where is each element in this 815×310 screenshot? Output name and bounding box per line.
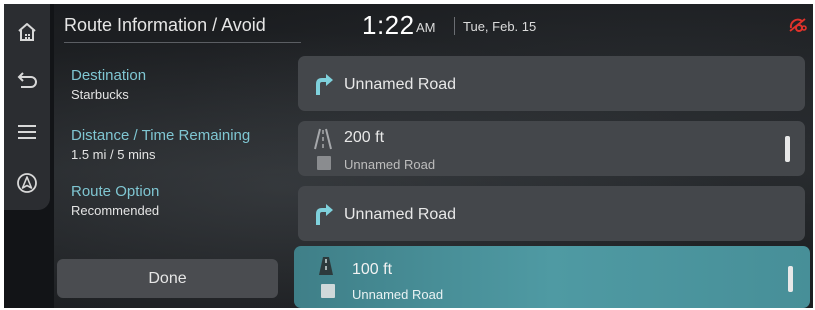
drag-handle[interactable] <box>788 266 793 292</box>
done-button[interactable]: Done <box>57 259 278 298</box>
navigation-screen: Route Information / Avoid 1:22 AM Tue, F… <box>4 4 813 308</box>
route-item-distance: 200 ft <box>344 129 385 146</box>
menu-button[interactable] <box>11 116 43 148</box>
navigation-icon <box>17 173 37 193</box>
navigation-button[interactable] <box>11 167 43 199</box>
connectivity-off-icon <box>789 18 807 32</box>
route-option-value: Recommended <box>71 203 160 218</box>
route-item-road: Unnamed Road <box>352 287 444 302</box>
header-divider <box>454 17 455 35</box>
route-item-road: Unnamed Road <box>344 76 457 93</box>
destination-info: Destination Starbucks <box>71 67 146 104</box>
distance-label: Distance / Time Remaining <box>71 127 251 144</box>
clock-time: 1:22 <box>362 10 415 40</box>
turn-right-arrow-icon <box>316 74 333 95</box>
route-item-road: Unnamed Road <box>344 206 457 223</box>
route-item-road: Unnamed Road <box>344 157 436 172</box>
distance-value: 1.5 mi / 5 mins <box>71 147 156 162</box>
menu-icon <box>18 125 36 139</box>
route-option-info: Route Option Recommended <box>71 183 159 220</box>
distance-info: Distance / Time Remaining 1.5 mi / 5 min… <box>71 127 250 164</box>
left-rail <box>4 4 50 210</box>
title-underline <box>64 42 301 43</box>
turn-right-arrow-icon <box>316 204 333 225</box>
home-icon <box>18 23 36 41</box>
back-button[interactable] <box>11 65 43 97</box>
drag-handle[interactable] <box>785 136 790 162</box>
route-item[interactable]: Unnamed Road <box>298 56 805 111</box>
road-marker-icon <box>317 156 331 170</box>
route-option-label: Route Option <box>71 183 160 200</box>
straight-road-icon <box>314 128 332 150</box>
route-item-distance: 100 ft <box>352 261 393 278</box>
clock-ampm: AM <box>416 20 436 35</box>
page-title: Route Information / Avoid <box>64 15 266 35</box>
header-bar: Route Information / Avoid 1:22 AM Tue, F… <box>64 4 809 48</box>
destination-label: Destination <box>71 67 147 84</box>
route-item[interactable]: Unnamed Road <box>298 186 805 241</box>
road-marker-icon <box>321 284 335 298</box>
route-item-selected[interactable]: 100 ft Unnamed Road <box>294 246 810 308</box>
clock-date: Tue, Feb. 15 <box>463 19 537 34</box>
straight-road-icon <box>319 257 333 275</box>
route-item[interactable]: 200 ft Unnamed Road <box>298 121 805 176</box>
home-button[interactable] <box>11 16 43 48</box>
destination-value: Starbucks <box>71 87 129 102</box>
back-icon <box>17 72 37 88</box>
